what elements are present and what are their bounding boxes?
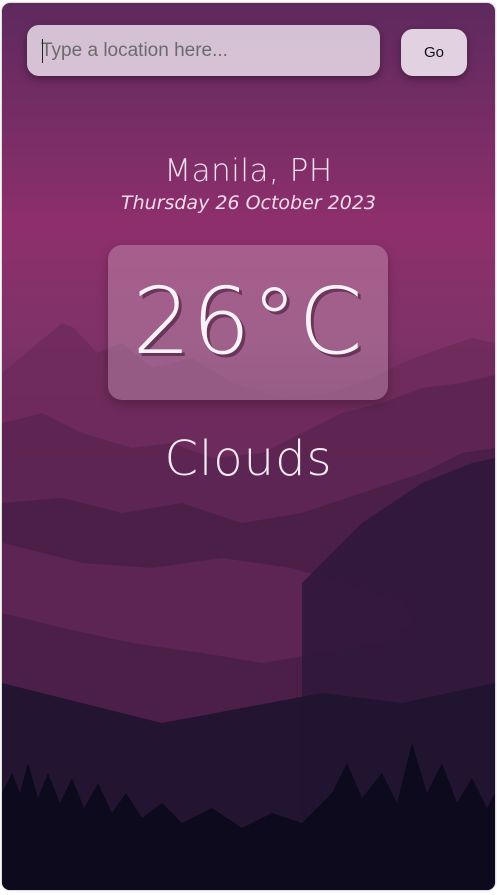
weather-condition: Clouds	[164, 431, 333, 487]
weather-app: Go Manila, PH Thursday 26 October 2023 2…	[2, 3, 495, 890]
temperature-card: 26°C	[108, 245, 388, 400]
go-button[interactable]: Go	[401, 29, 467, 76]
city-name: Manila, PH	[164, 153, 333, 189]
text-caret	[42, 39, 43, 63]
current-date: Thursday 26 October 2023	[120, 192, 377, 214]
location-search-input[interactable]	[27, 25, 380, 76]
temperature-value: 26°C	[132, 268, 364, 375]
